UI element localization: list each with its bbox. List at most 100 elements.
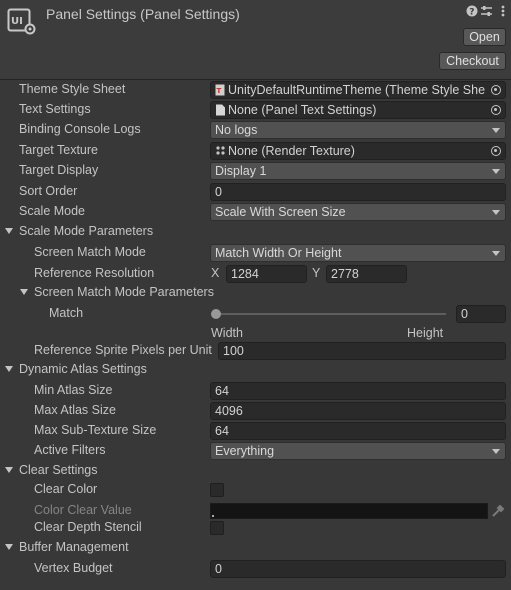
alpha-indicator	[212, 515, 214, 517]
theme-style-sheet-field[interactable]: T UnityDefaultRuntimeTheme (Theme Style …	[210, 81, 506, 99]
foldout-expanded-icon[interactable]	[20, 289, 28, 295]
row-screen-match-mode: Screen Match Mode Match Width Or Height	[0, 243, 511, 263]
target-texture-value: None (Render Texture)	[228, 144, 355, 158]
match-slider-track[interactable]	[214, 313, 446, 315]
foldout-dynamic-atlas-settings[interactable]: Dynamic Atlas Settings	[0, 360, 511, 380]
chevron-down-icon	[492, 169, 500, 174]
clear-settings-label: Clear Settings	[19, 463, 98, 477]
target-display-label: Target Display	[19, 163, 99, 177]
row-active-filters: Active Filters Everything	[0, 441, 511, 461]
row-target-display: Target Display Display 1	[0, 161, 511, 181]
binding-console-logs-dropdown[interactable]: No logs	[210, 121, 506, 139]
active-filters-dropdown[interactable]: Everything	[210, 442, 506, 460]
scale-mode-dropdown[interactable]: Scale With Screen Size	[210, 203, 506, 221]
buffer-management-label: Buffer Management	[19, 540, 129, 554]
y-component-label[interactable]: Y	[312, 266, 320, 280]
clear-depth-stencil-label: Clear Depth Stencil	[34, 520, 142, 534]
active-filters-label: Active Filters	[34, 443, 106, 457]
row-scale-mode: Scale Mode Scale With Screen Size	[0, 202, 511, 222]
max-sub-texture-size-label: Max Sub-Texture Size	[34, 423, 157, 437]
clear-color-label: Clear Color	[34, 482, 98, 496]
theme-style-sheet-label: Theme Style Sheet	[19, 82, 126, 96]
presets-icon[interactable]	[480, 5, 493, 19]
render-texture-icon	[215, 145, 226, 157]
row-match: Match 0	[0, 304, 511, 324]
color-clear-value-label: Color Clear Value	[34, 503, 132, 517]
target-display-value: Display 1	[215, 164, 267, 178]
reference-resolution-x-field[interactable]: 1284	[226, 265, 307, 283]
screen-match-mode-value: Match Width Or Height	[215, 246, 342, 260]
chevron-down-icon	[492, 210, 500, 215]
binding-console-logs-value: No logs	[215, 123, 258, 137]
svg-text:T: T	[217, 87, 222, 95]
chevron-down-icon	[492, 251, 500, 256]
x-component-label[interactable]: X	[211, 266, 219, 280]
match-width-label: Width	[211, 326, 243, 340]
min-atlas-size-label: Min Atlas Size	[34, 383, 113, 397]
match-label: Match	[49, 306, 84, 320]
foldout-clear-settings[interactable]: Clear Settings	[0, 461, 511, 481]
match-slider-thumb[interactable]	[211, 309, 221, 319]
scale-mode-parameters-label: Scale Mode Parameters	[19, 224, 154, 238]
binding-console-logs-label: Binding Console Logs	[19, 122, 141, 136]
color-clear-value-swatch	[210, 503, 488, 519]
text-settings-label: Text Settings	[19, 102, 91, 116]
row-sort-order: Sort Order 0	[0, 182, 511, 202]
sort-order-field[interactable]: 0	[210, 183, 506, 201]
open-button[interactable]: Open	[463, 28, 506, 46]
object-picker-icon[interactable]	[487, 102, 505, 118]
row-reference-sprite-pixels: Reference Sprite Pixels per Unit 100	[0, 341, 511, 361]
screen-match-mode-dropdown[interactable]: Match Width Or Height	[210, 244, 506, 262]
reference-sprite-pixels-field[interactable]: 100	[218, 342, 506, 360]
row-max-atlas-size: Max Atlas Size 4096	[0, 401, 511, 421]
object-picker-icon[interactable]	[487, 82, 505, 98]
scale-mode-label: Scale Mode	[19, 204, 86, 218]
text-settings-field[interactable]: None (Panel Text Settings)	[210, 101, 506, 119]
clear-depth-stencil-checkbox[interactable]	[210, 521, 224, 535]
screen-match-mode-label: Screen Match Mode	[34, 245, 146, 259]
foldout-screen-match-mode-parameters[interactable]: Screen Match Mode Parameters	[0, 283, 511, 303]
screen-match-mode-parameters-label: Screen Match Mode Parameters	[34, 285, 214, 299]
foldout-expanded-icon[interactable]	[5, 544, 13, 550]
max-atlas-size-field[interactable]: 4096	[210, 402, 506, 420]
row-clear-color: Clear Color	[0, 480, 511, 500]
reference-sprite-pixels-label: Reference Sprite Pixels per Unit	[34, 343, 212, 357]
row-text-settings: Text Settings None (Panel Text Settings)	[0, 100, 511, 120]
max-atlas-size-label: Max Atlas Size	[34, 403, 116, 417]
text-settings-value: None (Panel Text Settings)	[228, 103, 377, 117]
help-icon[interactable]: ?	[465, 5, 478, 19]
target-texture-field[interactable]: None (Render Texture)	[210, 142, 506, 160]
target-display-dropdown[interactable]: Display 1	[210, 162, 506, 180]
foldout-expanded-icon[interactable]	[5, 366, 13, 372]
min-atlas-size-field[interactable]: 64	[210, 382, 506, 400]
reference-resolution-label: Reference Resolution	[34, 266, 155, 280]
max-sub-texture-size-field[interactable]: 64	[210, 422, 506, 440]
theme-style-sheet-value: UnityDefaultRuntimeTheme (Theme Style Sh…	[228, 83, 485, 97]
vertex-budget-field[interactable]: 0	[210, 560, 506, 578]
foldout-expanded-icon[interactable]	[5, 467, 13, 473]
inspector-title: Panel Settings (Panel Settings)	[46, 6, 240, 22]
match-value-field[interactable]: 0	[456, 305, 506, 323]
foldout-scale-mode-parameters[interactable]: Scale Mode Parameters	[0, 222, 511, 242]
row-clear-depth-stencil: Clear Depth Stencil	[0, 518, 511, 538]
chevron-down-icon	[492, 449, 500, 454]
sort-order-label: Sort Order	[19, 184, 78, 198]
checkout-button[interactable]: Checkout	[439, 52, 506, 70]
clear-color-checkbox[interactable]	[210, 483, 224, 497]
reference-resolution-y-field[interactable]: 2778	[326, 265, 407, 283]
match-height-label: Height	[407, 326, 444, 340]
more-options-icon[interactable]	[496, 5, 509, 19]
eyedropper-icon	[490, 503, 506, 519]
foldout-buffer-management[interactable]: Buffer Management	[0, 538, 511, 558]
chevron-down-icon	[492, 128, 500, 133]
foldout-expanded-icon[interactable]	[5, 228, 13, 234]
row-reference-resolution: Reference Resolution X 1284 Y 2778	[0, 264, 511, 284]
svg-text:?: ?	[469, 8, 474, 18]
object-picker-icon[interactable]	[487, 143, 505, 159]
target-texture-label: Target Texture	[19, 143, 98, 157]
row-max-sub-texture-size: Max Sub-Texture Size 64	[0, 421, 511, 441]
active-filters-value: Everything	[215, 444, 275, 458]
vertex-budget-label: Vertex Budget	[34, 561, 113, 575]
row-binding-console-logs: Binding Console Logs No logs	[0, 120, 511, 140]
row-target-texture: Target Texture None (Render Texture)	[0, 141, 511, 161]
